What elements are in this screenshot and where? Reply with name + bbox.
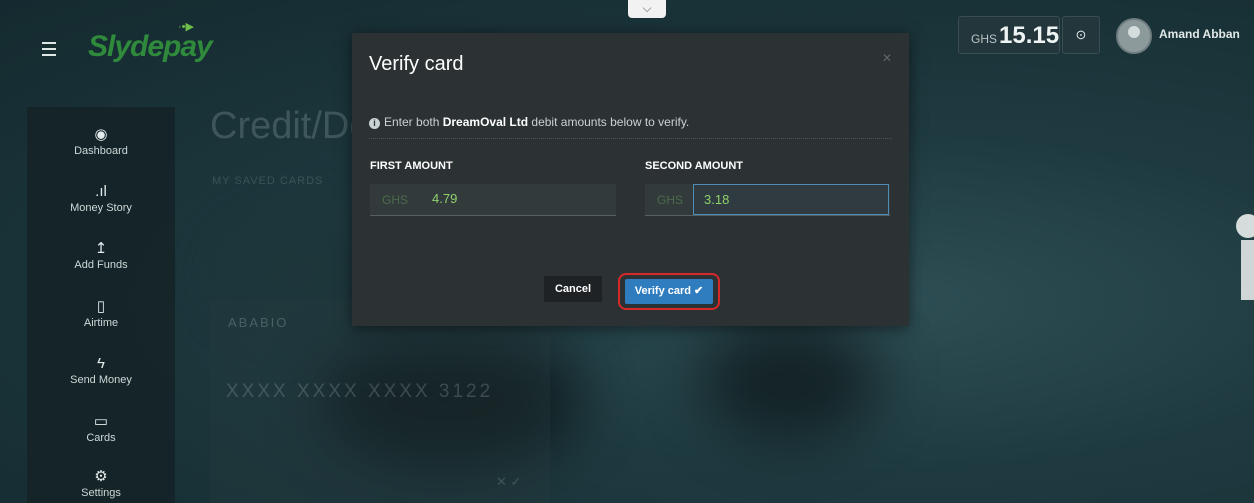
first-amount-label: FIRST AMOUNT xyxy=(370,160,453,172)
sidebar-item-settings[interactable]: ⚙ Settings xyxy=(27,467,175,499)
balance-display: GHS 15.15 xyxy=(958,16,1060,54)
card-number: XXXX XXXX XXXX 3122 xyxy=(226,381,494,402)
modal-info-text: i Enter both DreamOval Ltd debit amounts … xyxy=(369,115,689,129)
logo[interactable]: Slydepay xyxy=(88,30,213,64)
cancel-button[interactable]: Cancel xyxy=(544,276,602,302)
verify-card-highlight: Verify card ✔ xyxy=(618,273,720,310)
first-amount-currency: GHS xyxy=(382,193,409,207)
card-icon: ▭ xyxy=(93,413,109,430)
first-amount-value[interactable]: 4.79 xyxy=(432,191,457,206)
page-subtitle: MY SAVED CARDS xyxy=(212,175,324,187)
sidebar-item-cards[interactable]: ▭ Cards xyxy=(27,412,175,444)
scroll-handle[interactable] xyxy=(1236,214,1254,238)
close-icon[interactable]: ✕ xyxy=(882,51,892,65)
logo-mark-icon: ·•▶ xyxy=(178,21,194,33)
card-holder-name: ABABIO xyxy=(228,315,289,330)
balance-amount: 15.15 xyxy=(999,22,1060,49)
balance-currency: GHS xyxy=(971,32,998,46)
sidebar-item-money-story[interactable]: .ıl Money Story xyxy=(27,182,175,214)
modal-title: Verify card xyxy=(369,53,464,75)
sidebar-item-label: Cards xyxy=(86,432,116,444)
company-name: DreamOval Ltd xyxy=(442,115,529,129)
info-icon: i xyxy=(369,118,380,129)
sidebar-item-airtime[interactable]: ▯ Airtime xyxy=(27,297,175,329)
phone-icon: ▯ xyxy=(96,298,106,315)
sidebar-item-send-money[interactable]: ϟ Send Money xyxy=(27,354,175,386)
second-amount-value[interactable]: 3.18 xyxy=(704,192,729,207)
sidebar-item-label: Dashboard xyxy=(74,145,128,157)
sidebar: ◉ Dashboard .ıl Money Story ↥ Add Funds … xyxy=(27,107,175,503)
avatar[interactable] xyxy=(1116,18,1152,54)
first-amount-field[interactable]: GHS 4.79 xyxy=(370,184,616,216)
card-check-icon: ✕ ✓ xyxy=(496,474,522,489)
second-amount-input[interactable]: 3.18 xyxy=(693,184,889,215)
balance-dropdown-icon[interactable]: ⊙ xyxy=(1062,16,1100,54)
sidebar-item-label: Airtime xyxy=(83,317,119,329)
sidebar-item-label: Send Money xyxy=(70,374,132,386)
second-amount-field[interactable]: GHS 3.18 xyxy=(645,184,890,216)
upload-icon: ↥ xyxy=(94,240,108,257)
sidebar-item-dashboard[interactable]: ◉ Dashboard xyxy=(27,125,175,157)
verify-card-button[interactable]: Verify card ✔ xyxy=(625,279,713,304)
bolt-icon: ϟ xyxy=(97,355,105,372)
menu-icon[interactable] xyxy=(36,38,62,64)
sidebar-item-label: Settings xyxy=(81,487,121,499)
second-amount-currency: GHS xyxy=(657,193,684,207)
second-amount-label: SECOND AMOUNT xyxy=(645,160,743,172)
user-name[interactable]: Amand Abban xyxy=(1159,27,1240,41)
gears-icon: ⚙ xyxy=(94,468,108,485)
sidebar-item-label: Money Story xyxy=(70,202,132,214)
verify-card-modal: Verify card ✕ i Enter both DreamOval Ltd … xyxy=(352,33,909,326)
sidebar-item-add-funds[interactable]: ↥ Add Funds xyxy=(27,239,175,271)
sidebar-item-label: Add Funds xyxy=(74,259,128,271)
dashboard-icon: ◉ xyxy=(94,126,108,143)
bar-chart-icon: .ıl xyxy=(95,183,107,200)
scrollbar[interactable] xyxy=(1241,240,1254,300)
chevron-down-icon[interactable]: ⌵ xyxy=(628,0,666,18)
divider xyxy=(369,138,892,139)
